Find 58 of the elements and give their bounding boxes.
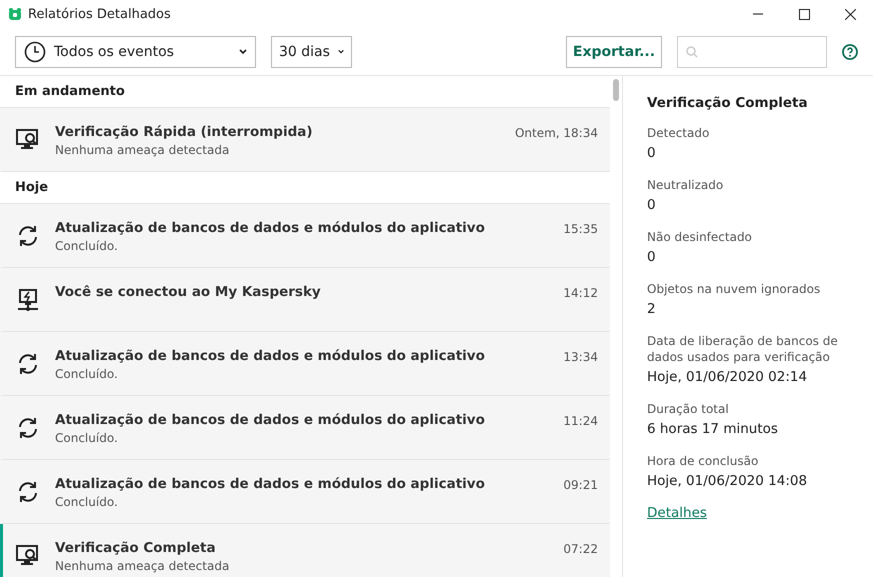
app-logo-icon [8, 7, 22, 21]
event-time: 11:24 [563, 413, 598, 428]
event-status: Concluído. [55, 367, 119, 381]
search-field[interactable] [677, 36, 827, 68]
field-label: Duração total [647, 401, 730, 417]
export-button[interactable]: Exportar... [566, 36, 662, 68]
field-value: Hoje, 01/06/2020 02:14 [647, 369, 808, 386]
event-row[interactable]: Verificação Completa Nenhuma ameaça detectada 07:22 [0, 524, 610, 577]
event-time: 13:34 [563, 349, 598, 364]
help-icon[interactable] [842, 44, 858, 60]
event-row[interactable]: Atualização de bancos de dados e módulos do aplicativo Concluído. 15:35 [0, 204, 610, 268]
window-title: Relatórios Detalhados [28, 6, 172, 22]
chevron-down-icon [338, 48, 344, 55]
event-title: Atualização de bancos de dados e módulos do aplicativo [55, 220, 486, 236]
event-status: Nenhuma ameaça detectada [55, 143, 230, 157]
event-status: Concluído. [55, 431, 119, 445]
maximize-icon [798, 8, 810, 20]
clock-icon [24, 40, 46, 62]
monitor-network-icon [15, 286, 41, 312]
field-label: Data de liberação de bancos de dados usados para verificação [647, 333, 839, 365]
search-icon [686, 46, 698, 58]
field-value: 6 horas 17 minutos [647, 421, 779, 438]
field-value: 0 [647, 197, 657, 214]
close-icon [844, 8, 856, 20]
field-value: Hoje, 01/06/2020 14:08 [647, 473, 808, 490]
event-title: Atualização de bancos de dados e módulos do aplicativo [55, 476, 486, 492]
scrollbar-thumb[interactable] [613, 79, 619, 101]
event-row[interactable]: Atualização de bancos de dados e módulos do aplicativo Concluído. 11:24 [0, 396, 610, 460]
event-time: 09:21 [563, 477, 598, 492]
field-label: Detectado [647, 125, 710, 141]
event-time: Ontem, 18:34 [514, 125, 598, 140]
details-title: Verificação Completa [647, 95, 809, 111]
chevron-down-icon [239, 48, 247, 55]
field-value: 0 [647, 145, 657, 162]
event-status: Concluído. [55, 239, 119, 253]
field-label: Hora de conclusão [647, 453, 760, 469]
event-status: Concluído. [55, 495, 119, 509]
event-title: Você se conectou ao My Kaspersky [55, 284, 322, 300]
event-title: Atualização de bancos de dados e módulos do aplicativo [55, 348, 486, 364]
event-row[interactable]: Atualização de bancos de dados e módulos do aplicativo Concluído. 13:34 [0, 332, 610, 396]
field-value: 0 [647, 249, 657, 266]
event-title: Verificação Completa [55, 540, 217, 556]
period-dropdown[interactable]: 30 dias [271, 36, 352, 68]
event-row[interactable]: Você se conectou ao My Kaspersky 14:12 [0, 268, 610, 332]
field-label: Não desinfectado [647, 229, 753, 245]
event-title: Verificação Rápida (interrompida) [55, 124, 314, 140]
field-label: Neutralizado [647, 177, 724, 193]
event-time: 07:22 [563, 541, 598, 556]
field-value: 2 [647, 301, 657, 318]
event-time: 15:35 [563, 221, 598, 236]
field-label: Objetos na nuvem ignorados [647, 281, 822, 297]
event-time: 14:12 [563, 285, 598, 300]
event-row[interactable]: Verificação Rápida (interrompida) Nenhuma ameaça detectada Ontem, 18:34 [0, 108, 610, 172]
event-row[interactable]: Atualização de bancos de dados e módulos do aplicativo Concluído. 09:21 [0, 460, 610, 524]
event-title: Atualização de bancos de dados e módulos do aplicativo [55, 412, 486, 428]
details-link[interactable]: Detalhes [647, 505, 707, 521]
event-status: Nenhuma ameaça detectada [55, 559, 230, 573]
event-filter-dropdown[interactable]: Todos os eventos [15, 36, 256, 68]
